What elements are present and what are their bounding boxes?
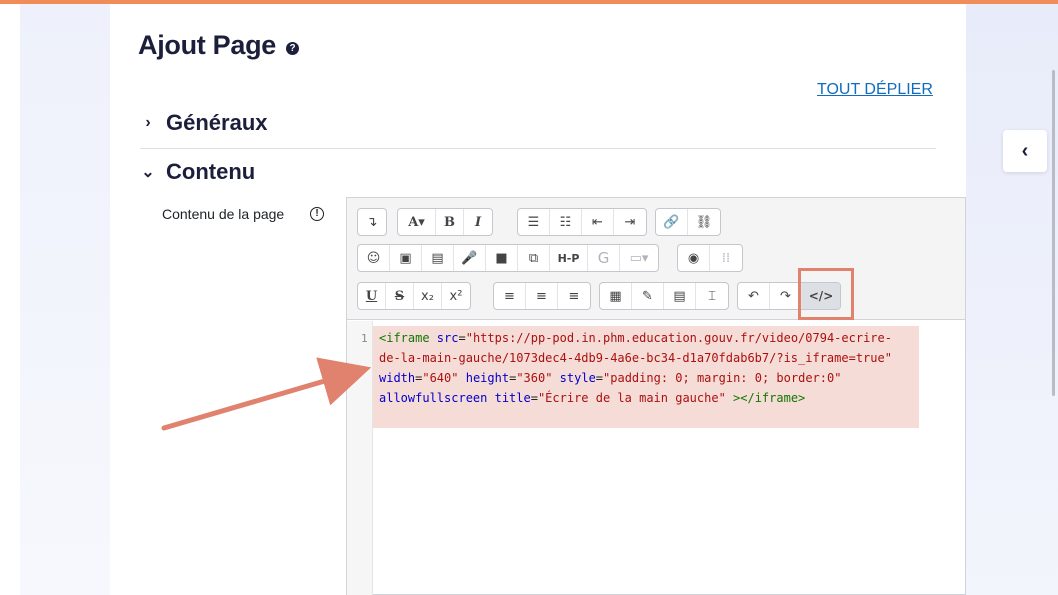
chevron-down-icon: ⌄ (141, 164, 155, 181)
edit-button[interactable]: ✎ (632, 283, 664, 309)
code-line: <iframe src="https://pp-pod.in.phm.educa… (379, 328, 919, 348)
media-button[interactable]: ▤ (422, 245, 454, 271)
code-token-str: "padding: 0; margin: 0; border:0" (603, 371, 842, 385)
code-token-plain: = (458, 331, 466, 345)
subscript-button[interactable]: x₂ (414, 283, 442, 309)
toolbar-group-media: ☺ ▣ ▤ 🎤 ■ ⧉ H-P G ▭▾ (357, 244, 659, 272)
emoji-button[interactable]: ☺ (358, 245, 390, 271)
code-token-plain: = (530, 391, 538, 405)
google-button[interactable]: G (588, 245, 620, 271)
align-left-button[interactable]: ≡ (494, 283, 526, 309)
underline-button[interactable]: U (358, 283, 386, 309)
numbered-list-button[interactable]: ☷ (550, 209, 582, 235)
undo-button[interactable]: ↶ (738, 283, 770, 309)
line-number: 1 (361, 332, 368, 345)
required-info-icon[interactable]: ! (310, 207, 324, 221)
code-token-attr: title (494, 391, 531, 405)
toolbar-group-collapse: ↴ (357, 208, 387, 236)
html-source-code[interactable]: <iframe src="https://pp-pod.in.phm.educa… (373, 326, 919, 428)
code-token-attr: style (559, 371, 596, 385)
section-label: Généraux (166, 110, 268, 135)
code-token-str: de-la-main-gauche/1073dec4-4db9-4a6e-bc3… (379, 351, 892, 365)
html-editor: ↴ A▾ B I ☰ ☷ ⇤ ⇥ 🔗 ⛓ ☺ ▣ ▤ 🎤 ■ ⧉ H-P G ▭… (346, 197, 966, 595)
h5p-button[interactable]: H-P (550, 245, 588, 271)
left-margin (0, 4, 20, 595)
code-token-str: "https://pp-pod.in.phm.education.gouv.fr… (465, 331, 892, 345)
section-contenu[interactable]: ⌄ Contenu (140, 159, 255, 185)
code-token-attr: width (379, 371, 416, 385)
superscript-button[interactable]: x² (442, 283, 470, 309)
code-token-attr: height (465, 371, 510, 385)
html-button-highlight (798, 268, 854, 320)
code-token-tag: ></iframe> (725, 391, 806, 405)
italic-button[interactable]: I (464, 209, 492, 235)
code-token-str: "Écrire de la main gauche" (537, 391, 726, 405)
code-line: allowfullscreen title="Écrire de la main… (379, 388, 919, 408)
embed-dropdown-button[interactable]: ▭▾ (620, 245, 658, 271)
code-token-plain: = (595, 371, 604, 385)
code-token-str: "360" (516, 371, 560, 385)
code-line: width="640" height="360" style="padding:… (379, 368, 919, 388)
expand-all-link[interactable]: TOUT DÉPLIER (817, 81, 933, 99)
code-token-str: "640" (422, 371, 466, 385)
toolbar-group-links: 🔗 ⛓ (655, 208, 721, 236)
unlink-button[interactable]: ⛓ (688, 209, 720, 235)
toolbar-group-lists: ☰ ☷ ⇤ ⇥ (517, 208, 647, 236)
image-button[interactable]: ▣ (390, 245, 422, 271)
toolbar-group-format: U S x₂ x² (357, 282, 471, 310)
font-style-button[interactable]: A▾ (398, 209, 436, 235)
link-button[interactable]: 🔗 (656, 209, 688, 235)
help-icon[interactable]: ? (286, 42, 299, 55)
bold-button[interactable]: B (436, 209, 464, 235)
accessibility-checker-button[interactable]: ◉ (678, 245, 710, 271)
toolbar-group-insert: ▦ ✎ ▤ ⌶ (599, 282, 729, 310)
drawer-toggle-button[interactable]: ‹ (1003, 130, 1047, 172)
strikethrough-button[interactable]: S (386, 283, 414, 309)
code-line: de-la-main-gauche/1073dec4-4db9-4a6e-bc3… (379, 348, 919, 368)
code-line-gutter (347, 321, 373, 595)
record-video-button[interactable]: ■ (486, 245, 518, 271)
code-token-attr: src (436, 331, 459, 345)
toolbar-group-align: ≡ ≡ ≡ (493, 282, 591, 310)
indent-button[interactable]: ⇥ (614, 209, 646, 235)
chevron-right-icon: › (145, 114, 151, 131)
code-token-attr: allowfullscreen (379, 391, 495, 405)
section-label: Contenu (166, 159, 256, 184)
align-center-button[interactable]: ≡ (526, 283, 558, 309)
outdent-button[interactable]: ⇤ (582, 209, 614, 235)
section-divider (140, 148, 936, 149)
screenreader-helper-button[interactable]: ⁞⁞ (710, 245, 742, 271)
equation-button[interactable]: ▦ (600, 283, 632, 309)
section-generaux[interactable]: › Généraux (140, 110, 268, 136)
page-title: Ajout Page (138, 30, 277, 60)
clear-formatting-button[interactable]: ⌶ (696, 283, 728, 309)
toolbar-group-accessibility: ◉ ⁞⁞ (677, 244, 743, 272)
content-field-label: Contenu de la page (162, 206, 285, 222)
toolbar-group-text: A▾ B I (397, 208, 493, 236)
right-drawer-area (966, 4, 1058, 595)
table-button[interactable]: ▤ (664, 283, 696, 309)
editor-toolbar: ↴ A▾ B I ☰ ☷ ⇤ ⇥ 🔗 ⛓ ☺ ▣ ▤ 🎤 ■ ⧉ H-P G ▭… (347, 198, 965, 320)
record-audio-button[interactable]: 🎤 (454, 245, 486, 271)
collapse-toolbar-button[interactable]: ↴ (358, 209, 386, 235)
code-token-tag: <iframe (379, 331, 437, 345)
align-right-button[interactable]: ≡ (558, 283, 590, 309)
bullet-list-button[interactable]: ☰ (518, 209, 550, 235)
page-scrollbar[interactable] (1052, 70, 1055, 396)
manage-files-button[interactable]: ⧉ (518, 245, 550, 271)
